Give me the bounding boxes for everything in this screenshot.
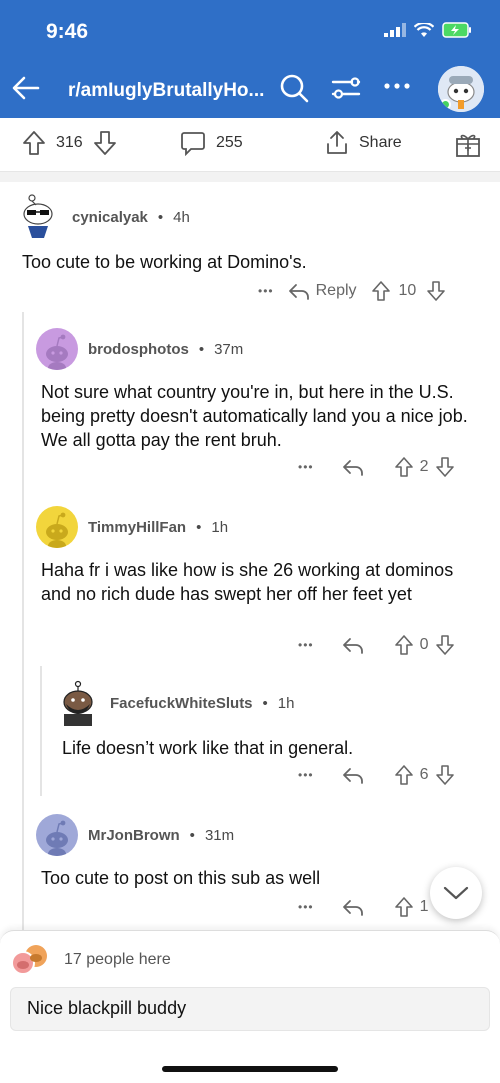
more-button[interactable]: ••• bbox=[298, 460, 314, 474]
username[interactable]: FacefuckWhiteSluts bbox=[110, 695, 253, 712]
more-button[interactable]: ••• bbox=[258, 284, 274, 298]
username[interactable]: TimmyHillFan bbox=[88, 519, 186, 536]
snoo-avatar-icon bbox=[63, 680, 93, 726]
section-divider bbox=[0, 172, 500, 182]
avatar[interactable] bbox=[36, 814, 78, 856]
comment-body: Not sure what country you're in, but her… bbox=[41, 382, 468, 450]
home-indicator bbox=[162, 1066, 338, 1072]
downvote-icon[interactable] bbox=[435, 634, 455, 656]
separator-dot: • bbox=[262, 694, 268, 712]
username[interactable]: brodosphotos bbox=[88, 341, 189, 358]
nav-bar: r/amIuglyBrutallyHo... bbox=[0, 62, 500, 118]
reply-arrow-icon[interactable] bbox=[342, 636, 364, 654]
separator-dot: • bbox=[196, 518, 202, 536]
top-bar: 9:46 r/amIuglyBrutallyHo... bbox=[0, 0, 500, 118]
comment-actions: ••• Reply 10 bbox=[258, 280, 446, 302]
comment-count: 255 bbox=[216, 134, 243, 151]
username[interactable]: cynicalyak bbox=[72, 209, 148, 226]
comment-actions: ••• 0 bbox=[298, 634, 455, 656]
reply-arrow-icon bbox=[288, 284, 309, 300]
search-icon[interactable] bbox=[278, 72, 310, 104]
vote-count: 6 bbox=[419, 766, 429, 783]
comment-age: 1h bbox=[277, 694, 295, 712]
reply-arrow-icon[interactable] bbox=[342, 898, 364, 916]
status-time: 9:46 bbox=[46, 20, 89, 43]
comment-body: Life doesn’t work like that in general. bbox=[62, 738, 354, 758]
separator-dot: • bbox=[189, 826, 195, 844]
status-icons bbox=[384, 22, 472, 38]
signal-icon bbox=[384, 23, 406, 37]
online-dot bbox=[440, 99, 451, 110]
snoo-avatar-icon bbox=[46, 334, 68, 370]
snoo-avatar-icon bbox=[46, 820, 68, 856]
downvote-icon[interactable] bbox=[435, 456, 455, 478]
vote-count: 10 bbox=[398, 282, 417, 299]
separator-dot: • bbox=[198, 340, 205, 358]
reply-button[interactable]: Reply bbox=[288, 282, 357, 300]
vote-group: 316 bbox=[22, 130, 117, 156]
comment-body: Too cute to be working at Domino's. bbox=[22, 252, 307, 272]
avatar[interactable] bbox=[18, 192, 58, 238]
more-button[interactable]: ••• bbox=[298, 768, 314, 782]
reply-input[interactable]: Nice blackpill buddy bbox=[10, 987, 490, 1031]
battery-charging-icon bbox=[442, 22, 471, 38]
more-options-icon[interactable] bbox=[382, 80, 412, 92]
vote-count: 0 bbox=[419, 636, 429, 653]
share-button[interactable]: Share bbox=[325, 130, 402, 156]
avatar[interactable] bbox=[36, 506, 78, 548]
reply-label: Reply bbox=[315, 282, 357, 299]
comment-actions: ••• 6 bbox=[298, 764, 455, 786]
upvote-icon[interactable] bbox=[22, 130, 46, 156]
comment-actions: ••• 1 bbox=[298, 896, 429, 918]
comment-age: 1h bbox=[211, 518, 229, 536]
thread-line-nested[interactable] bbox=[40, 666, 42, 796]
comment-age: 31m bbox=[204, 826, 235, 844]
filter-icon[interactable] bbox=[330, 72, 362, 104]
upvote-icon[interactable] bbox=[371, 280, 391, 302]
people-avatars-icon bbox=[11, 945, 47, 975]
downvote-icon[interactable] bbox=[435, 764, 455, 786]
user-avatar[interactable] bbox=[438, 66, 484, 112]
reply-arrow-icon[interactable] bbox=[342, 458, 364, 476]
vote-count: 1 bbox=[419, 898, 429, 915]
more-button[interactable]: ••• bbox=[298, 638, 314, 652]
upvote-icon[interactable] bbox=[394, 634, 414, 656]
comment-age: 4h bbox=[173, 208, 190, 226]
share-icon bbox=[327, 131, 347, 154]
separator-dot: • bbox=[157, 208, 164, 226]
avatar[interactable] bbox=[56, 680, 100, 726]
comments-button[interactable]: 255 bbox=[180, 130, 243, 156]
upvote-icon[interactable] bbox=[394, 896, 414, 918]
avatar[interactable] bbox=[36, 328, 78, 370]
snoo-sunglasses-avatar-icon bbox=[23, 194, 53, 238]
upvote-icon[interactable] bbox=[394, 456, 414, 478]
post-action-bar: 316 255 Share bbox=[0, 118, 500, 172]
people-here-label: 17 people here bbox=[64, 951, 171, 968]
upvote-icon[interactable] bbox=[394, 764, 414, 786]
back-arrow-icon[interactable] bbox=[10, 72, 42, 104]
comment-body: Too cute to post on this sub as well bbox=[41, 868, 321, 888]
presence-row: 17 people here bbox=[10, 943, 171, 977]
snoo-avatar-icon bbox=[46, 512, 68, 548]
reply-arrow-icon[interactable] bbox=[342, 766, 364, 784]
share-label: Share bbox=[359, 134, 402, 151]
thread-line[interactable] bbox=[22, 312, 24, 932]
subreddit-title[interactable]: r/amIuglyBrutallyHo... bbox=[68, 80, 264, 102]
comment-body: Haha fr i was like how is she 26 working… bbox=[41, 560, 454, 604]
downvote-icon[interactable] bbox=[426, 280, 446, 302]
username[interactable]: MrJonBrown bbox=[88, 827, 180, 844]
vote-count: 2 bbox=[419, 458, 429, 475]
comment-age: 37m bbox=[214, 340, 244, 358]
comment-actions: ••• 2 bbox=[298, 456, 455, 478]
next-comment-button[interactable] bbox=[430, 867, 482, 919]
downvote-icon[interactable] bbox=[93, 130, 117, 156]
comment-bubble-icon bbox=[181, 132, 205, 156]
chevron-down-icon bbox=[443, 886, 469, 900]
post-score: 316 bbox=[56, 134, 83, 151]
more-button[interactable]: ••• bbox=[298, 900, 314, 914]
reply-panel: 17 people here Nice blackpill buddy bbox=[0, 930, 500, 1083]
wifi-icon bbox=[414, 22, 434, 37]
award-gift-icon[interactable] bbox=[455, 130, 481, 158]
